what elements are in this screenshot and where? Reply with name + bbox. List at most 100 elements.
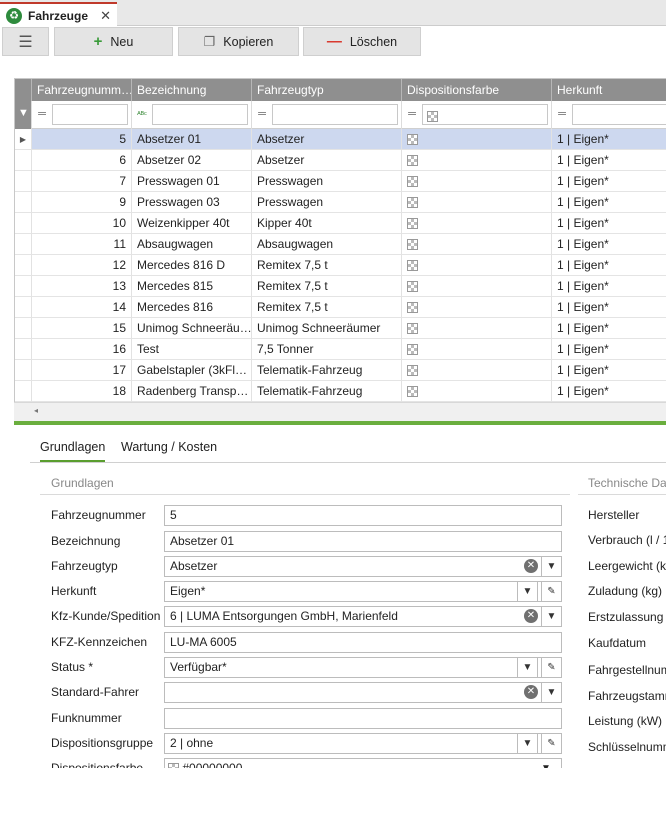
cell-dispositionsfarbe[interactable] bbox=[402, 129, 552, 150]
filter-input-fahrzeugnummer[interactable] bbox=[52, 104, 128, 125]
column-header-herkunft[interactable]: Herkunft bbox=[552, 79, 666, 101]
cell-bez[interactable]: Absetzer 01 bbox=[132, 129, 252, 150]
table-row[interactable]: 13 Mercedes 815 Remitex 7,5 t 1 | Eigen* bbox=[15, 276, 666, 297]
filter-cell-herkunft[interactable]: ═ bbox=[552, 101, 666, 129]
cell-herkunft[interactable]: 1 | Eigen* bbox=[552, 318, 666, 339]
cell-dispositionsfarbe[interactable] bbox=[402, 360, 552, 381]
cell-herkunft[interactable]: 1 | Eigen* bbox=[552, 276, 666, 297]
equals-operator-icon[interactable]: ═ bbox=[255, 104, 269, 125]
cell-herkunft[interactable]: 1 | Eigen* bbox=[552, 297, 666, 318]
filter-cell-fahrzeugnummer[interactable]: ═ bbox=[32, 101, 132, 129]
menu-button[interactable]: ☰ bbox=[2, 27, 49, 56]
edit-pencil-icon[interactable]: ✎ bbox=[541, 734, 561, 753]
cell-bez[interactable]: Mercedes 816 D bbox=[132, 255, 252, 276]
table-row[interactable]: 6 Absetzer 02 Absetzer 1 | Eigen* bbox=[15, 150, 666, 171]
table-row[interactable]: 10 Weizenkipper 40t Kipper 40t 1 | Eigen* bbox=[15, 213, 666, 234]
table-row[interactable]: 7 Presswagen 01 Presswagen 1 | Eigen* bbox=[15, 171, 666, 192]
cell-nr[interactable]: 14 bbox=[32, 297, 132, 318]
row-indicator[interactable] bbox=[15, 234, 32, 255]
cell-dispositionsfarbe[interactable] bbox=[402, 381, 552, 402]
edit-pencil-icon[interactable]: ✎ bbox=[541, 582, 561, 601]
clear-icon[interactable]: ✕ bbox=[524, 685, 538, 699]
dropdown-arrow-icon[interactable]: ▼ bbox=[517, 582, 538, 601]
cell-herkunft[interactable]: 1 | Eigen* bbox=[552, 192, 666, 213]
table-row[interactable]: 18 Radenberg Transp… Telematik-Fahrzeug 1 |… bbox=[15, 381, 666, 402]
tab-grundlagen[interactable]: Grundlagen bbox=[40, 440, 106, 462]
equals-operator-icon[interactable]: ═ bbox=[405, 104, 419, 125]
horizontal-scrollbar[interactable]: ◂ bbox=[14, 402, 666, 421]
cell-typ[interactable]: Remitex 7,5 t bbox=[252, 255, 402, 276]
edit-pencil-icon[interactable]: ✎ bbox=[541, 658, 561, 677]
column-header-fahrzeugtyp[interactable]: Fahrzeugtyp bbox=[252, 79, 402, 101]
cell-herkunft[interactable]: 1 | Eigen* bbox=[552, 150, 666, 171]
cell-dispositionsfarbe[interactable] bbox=[402, 297, 552, 318]
input-bezeichnung[interactable]: Absetzer 01 bbox=[164, 531, 562, 552]
table-row[interactable]: 11 Absaugwagen Absaugwagen 1 | Eigen* bbox=[15, 234, 666, 255]
clear-icon[interactable]: ✕ bbox=[524, 609, 538, 623]
cell-herkunft[interactable]: 1 | Eigen* bbox=[552, 255, 666, 276]
row-indicator[interactable] bbox=[15, 150, 32, 171]
filter-cell-dispositionsfarbe[interactable]: ═ bbox=[402, 101, 552, 129]
scroll-left-icon[interactable]: ◂ bbox=[34, 406, 38, 415]
cell-herkunft[interactable]: 1 | Eigen* bbox=[552, 234, 666, 255]
cell-herkunft[interactable]: 1 | Eigen* bbox=[552, 381, 666, 402]
cell-dispositionsfarbe[interactable] bbox=[402, 339, 552, 360]
table-row[interactable]: ▶ 5 Absetzer 01 Absetzer 1 | Eigen* bbox=[15, 129, 666, 150]
cell-nr[interactable]: 13 bbox=[32, 276, 132, 297]
cell-bez[interactable]: Gabelstapler (3kFl… bbox=[132, 360, 252, 381]
filter-cell-fahrzeugtyp[interactable]: ═ bbox=[252, 101, 402, 129]
table-row[interactable]: 14 Mercedes 816 Remitex 7,5 t 1 | Eigen* bbox=[15, 297, 666, 318]
row-indicator[interactable] bbox=[15, 213, 32, 234]
cell-nr[interactable]: 18 bbox=[32, 381, 132, 402]
cell-typ[interactable]: 7,5 Tonner bbox=[252, 339, 402, 360]
cell-nr[interactable]: 7 bbox=[32, 171, 132, 192]
cell-dispositionsfarbe[interactable] bbox=[402, 276, 552, 297]
cell-herkunft[interactable]: 1 | Eigen* bbox=[552, 171, 666, 192]
close-icon[interactable]: ✕ bbox=[100, 8, 111, 24]
dropdown-arrow-icon[interactable]: ▼ bbox=[541, 557, 561, 576]
cell-typ[interactable]: Telematik-Fahrzeug bbox=[252, 360, 402, 381]
row-indicator[interactable] bbox=[15, 276, 32, 297]
cell-nr[interactable]: 16 bbox=[32, 339, 132, 360]
delete-button[interactable]: — Löschen bbox=[303, 27, 421, 56]
column-header-fahrzeugnummer[interactable]: Fahrzeugnumm… bbox=[32, 79, 132, 101]
cell-typ[interactable]: Telematik-Fahrzeug bbox=[252, 381, 402, 402]
equals-operator-icon[interactable]: ═ bbox=[555, 104, 569, 125]
cell-bez[interactable]: Absetzer 02 bbox=[132, 150, 252, 171]
cell-nr[interactable]: 6 bbox=[32, 150, 132, 171]
cell-nr[interactable]: 10 bbox=[32, 213, 132, 234]
cell-typ[interactable]: Presswagen bbox=[252, 192, 402, 213]
equals-operator-icon[interactable]: ═ bbox=[35, 104, 49, 125]
cell-herkunft[interactable]: 1 | Eigen* bbox=[552, 213, 666, 234]
input-funknummer[interactable] bbox=[164, 708, 562, 729]
cell-typ[interactable]: Absaugwagen bbox=[252, 234, 402, 255]
cell-dispositionsfarbe[interactable] bbox=[402, 255, 552, 276]
row-indicator[interactable] bbox=[15, 171, 32, 192]
select-kfz-kunde-spedition[interactable]: 6 | LUMA Entsorgungen GmbH, Marienfeld ✕… bbox=[164, 606, 562, 627]
cell-typ[interactable]: Absetzer bbox=[252, 129, 402, 150]
cell-typ[interactable]: Unimog Schneeräumer bbox=[252, 318, 402, 339]
cell-nr[interactable]: 9 bbox=[32, 192, 132, 213]
filter-input-bezeichnung[interactable] bbox=[152, 104, 248, 125]
filter-input-herkunft[interactable] bbox=[572, 104, 666, 125]
cell-bez[interactable]: Mercedes 815 bbox=[132, 276, 252, 297]
cell-dispositionsfarbe[interactable] bbox=[402, 171, 552, 192]
row-indicator[interactable]: ▶ bbox=[15, 129, 32, 150]
cell-bez[interactable]: Presswagen 01 bbox=[132, 171, 252, 192]
cell-dispositionsfarbe[interactable] bbox=[402, 150, 552, 171]
contains-operator-icon[interactable]: ᴬᴮᶜ bbox=[135, 104, 149, 125]
cell-bez[interactable]: Absaugwagen bbox=[132, 234, 252, 255]
table-row[interactable]: 16 Test 7,5 Tonner 1 | Eigen* bbox=[15, 339, 666, 360]
cell-herkunft[interactable]: 1 | Eigen* bbox=[552, 360, 666, 381]
table-row[interactable]: 9 Presswagen 03 Presswagen 1 | Eigen* bbox=[15, 192, 666, 213]
cell-bez[interactable]: Radenberg Transp… bbox=[132, 381, 252, 402]
table-row[interactable]: 17 Gabelstapler (3kFl… Telematik-Fahrzeug 1… bbox=[15, 360, 666, 381]
cell-bez[interactable]: Mercedes 816 bbox=[132, 297, 252, 318]
row-indicator[interactable] bbox=[15, 297, 32, 318]
cell-dispositionsfarbe[interactable] bbox=[402, 192, 552, 213]
row-indicator[interactable] bbox=[15, 360, 32, 381]
cell-typ[interactable]: Kipper 40t bbox=[252, 213, 402, 234]
copy-button[interactable]: ❐ Kopieren bbox=[178, 27, 299, 56]
new-button[interactable]: + Neu bbox=[54, 27, 173, 56]
table-row[interactable]: 12 Mercedes 816 D Remitex 7,5 t 1 | Eigen* bbox=[15, 255, 666, 276]
